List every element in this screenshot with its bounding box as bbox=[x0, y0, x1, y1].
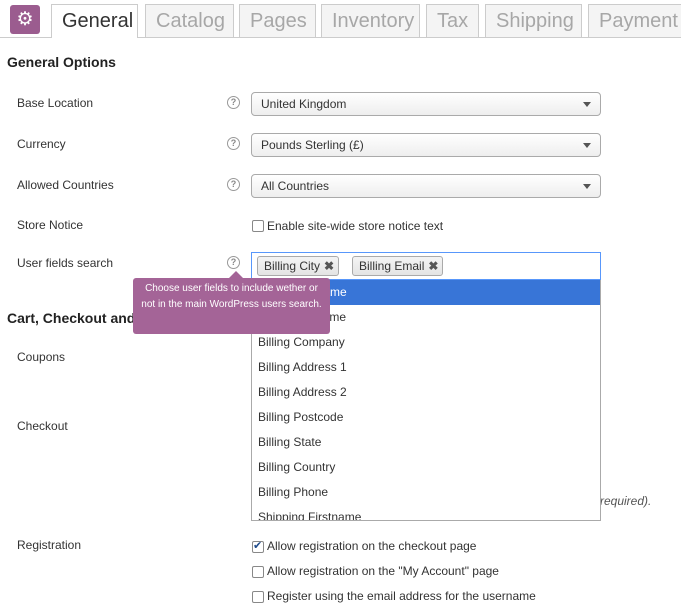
selected-chip-billing-city: Billing City ✖ bbox=[257, 256, 340, 276]
user-fields-search-label: User fields search bbox=[17, 256, 114, 270]
dropdown-option[interactable]: Billing Address 1 bbox=[252, 355, 600, 380]
dropdown-option[interactable]: Shipping Firstname bbox=[252, 505, 600, 520]
chevron-down-icon bbox=[583, 102, 591, 107]
registration-label: Registration bbox=[17, 538, 82, 552]
allowed-countries-label: Allowed Countries bbox=[17, 178, 114, 192]
dropdown-option[interactable]: Billing Phone bbox=[252, 480, 600, 505]
registration-email-username-checkbox[interactable] bbox=[252, 591, 264, 603]
section-heading-general-options: General Options bbox=[7, 54, 116, 70]
registration-checkout-label[interactable]: Allow registration on the checkout page bbox=[267, 539, 476, 553]
allowed-countries-select[interactable]: All Countries bbox=[251, 174, 601, 198]
chip-label: Billing City bbox=[264, 259, 321, 273]
help-tooltip: Choose user fields to include wether or … bbox=[133, 278, 330, 334]
help-icon[interactable]: ? bbox=[227, 256, 240, 269]
tab-shipping[interactable]: Shipping bbox=[485, 4, 582, 37]
tab-general[interactable]: General bbox=[51, 4, 138, 38]
currency-select[interactable]: Pounds Sterling (£) bbox=[251, 133, 601, 157]
chevron-down-icon bbox=[583, 143, 591, 148]
base-location-select[interactable]: United Kingdom bbox=[251, 92, 601, 116]
base-location-value: United Kingdom bbox=[261, 97, 347, 111]
registration-email-username-label[interactable]: Register using the email address for the… bbox=[267, 589, 536, 603]
remove-chip-icon[interactable]: ✖ bbox=[428, 259, 438, 273]
dropdown-option[interactable]: Billing Postcode bbox=[252, 405, 600, 430]
dropdown-option[interactable]: Billing Address 2 bbox=[252, 380, 600, 405]
currency-value: Pounds Sterling (£) bbox=[261, 138, 364, 152]
base-location-label: Base Location bbox=[17, 96, 94, 110]
registration-my-account-label[interactable]: Allow registration on the "My Account" p… bbox=[267, 564, 499, 578]
tab-payment[interactable]: Payment bbox=[588, 4, 681, 37]
dropdown-option[interactable]: Billing State bbox=[252, 430, 600, 455]
checkout-note-partial: required). bbox=[600, 494, 652, 508]
section-heading-cart-checkout: Cart, Checkout and bbox=[7, 310, 136, 326]
store-notice-checkbox-label[interactable]: Enable site-wide store notice text bbox=[267, 219, 443, 233]
dropdown-option[interactable]: Billing Country bbox=[252, 455, 600, 480]
help-icon[interactable]: ? bbox=[227, 178, 240, 191]
help-icon[interactable]: ? bbox=[227, 96, 240, 109]
allowed-countries-value: All Countries bbox=[261, 179, 330, 193]
coupons-label: Coupons bbox=[17, 350, 66, 364]
tab-inventory[interactable]: Inventory bbox=[321, 4, 420, 37]
settings-gear-icon[interactable]: ⚙ bbox=[10, 5, 40, 34]
store-notice-label: Store Notice bbox=[17, 218, 84, 232]
remove-chip-icon[interactable]: ✖ bbox=[324, 259, 334, 273]
registration-checkout-checkbox[interactable] bbox=[252, 539, 264, 553]
chip-label: Billing Email bbox=[359, 259, 425, 273]
tab-tax[interactable]: Tax bbox=[426, 4, 479, 37]
user-fields-multiselect[interactable]: Billing City ✖ Billing Email ✖ bbox=[251, 252, 601, 280]
chevron-down-icon bbox=[583, 184, 591, 189]
tab-catalog[interactable]: Catalog bbox=[145, 4, 234, 37]
currency-label: Currency bbox=[17, 137, 66, 151]
selected-chip-billing-email: Billing Email ✖ bbox=[352, 256, 444, 276]
checkout-label: Checkout bbox=[17, 419, 68, 433]
help-icon[interactable]: ? bbox=[227, 137, 240, 150]
store-notice-checkbox[interactable] bbox=[252, 220, 264, 232]
tab-pages[interactable]: Pages bbox=[239, 4, 316, 37]
tooltip-arrow bbox=[229, 271, 243, 278]
registration-my-account-checkbox[interactable] bbox=[252, 566, 264, 578]
